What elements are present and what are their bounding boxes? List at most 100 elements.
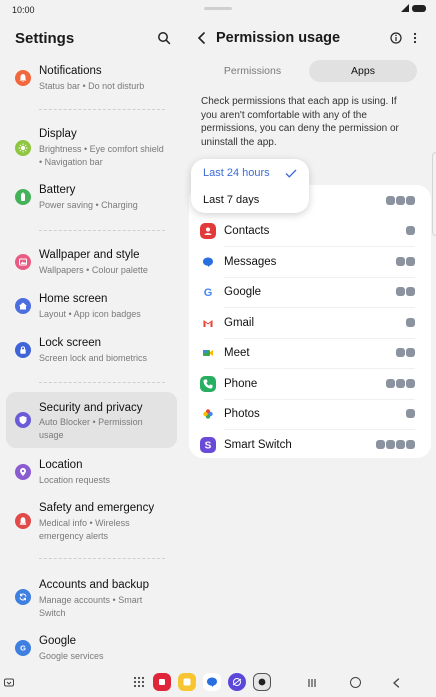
- settings-item-subtitle: Manage accounts • Smart Switch: [39, 595, 143, 618]
- dropdown-option-last-24-hours[interactable]: Last 24 hours: [203, 167, 270, 179]
- svg-text:S: S: [205, 441, 212, 451]
- battery-icon: [15, 189, 31, 205]
- contacts-icon: [200, 223, 216, 239]
- app-dock: [132, 673, 271, 691]
- app-row-phone[interactable]: Phone: [189, 369, 431, 399]
- tab-apps[interactable]: Apps: [309, 60, 417, 82]
- app-row-contacts[interactable]: Contacts: [189, 216, 431, 246]
- lock-icon: [15, 342, 31, 358]
- settings-item-notifications[interactable]: Notifications Status bar • Do not distur…: [6, 60, 177, 94]
- permission-icons: [376, 440, 415, 449]
- divider: [39, 558, 165, 559]
- settings-item-subtitle: Google services: [39, 651, 104, 661]
- settings-item-wallpaper[interactable]: Wallpaper and style Wallpapers • Colour …: [6, 243, 177, 279]
- dropdown-option-last-7-days[interactable]: Last 7 days: [203, 194, 259, 206]
- location-pin-icon: [15, 464, 31, 480]
- smart-switch-icon: S: [200, 437, 216, 453]
- settings-item-safety-emergency[interactable]: Safety and emergency Medical info • Wire…: [6, 499, 177, 547]
- messages-icon: [200, 254, 216, 270]
- image-icon: [15, 254, 31, 270]
- app-name: Phone: [224, 378, 258, 390]
- home-button-icon[interactable]: [350, 677, 361, 688]
- shield-icon: [15, 412, 31, 428]
- settings-item-title: Wallpaper and style: [39, 249, 140, 261]
- camera-icon[interactable]: [253, 673, 271, 691]
- settings-item-title: Security and privacy: [39, 402, 143, 414]
- internet-icon[interactable]: [228, 673, 246, 691]
- settings-item-subtitle: Auto Blocker • Permission usage: [39, 417, 143, 440]
- settings-item-display[interactable]: Display Brightness • Eye comfort shield …: [6, 122, 177, 170]
- settings-item-title: Google: [39, 635, 77, 647]
- app-list: Contacts Messages G Google Gmail Meet Ph…: [189, 185, 431, 458]
- gmail-icon: [200, 315, 216, 331]
- notes-icon[interactable]: [178, 673, 196, 691]
- back-arrow-icon[interactable]: [197, 32, 207, 44]
- settings-item-subtitle: Status bar • Do not disturb: [39, 81, 145, 91]
- apps-grid-icon[interactable]: [132, 675, 146, 689]
- app-row-messages[interactable]: Messages: [189, 247, 431, 277]
- google-g-icon: G: [15, 640, 31, 656]
- app-name: Gmail: [224, 317, 255, 329]
- permission-icons: [406, 409, 415, 418]
- emergency-bell-icon: [15, 513, 31, 529]
- divider: [39, 230, 165, 231]
- settings-item-accounts-backup[interactable]: Accounts and backup Manage accounts • Sm…: [6, 574, 177, 620]
- bell-icon: [15, 70, 31, 86]
- edge-panel-handle[interactable]: [432, 152, 436, 236]
- time-range-dropdown: Last 24 hours Last 7 days: [191, 159, 309, 213]
- tab-bar: Permissions Apps: [196, 60, 417, 82]
- app-name: Contacts: [224, 225, 270, 237]
- sync-icon: [15, 589, 31, 605]
- home-icon: [15, 298, 31, 314]
- settings-item-location[interactable]: Location Location requests: [6, 455, 177, 491]
- messages-icon[interactable]: [203, 673, 221, 691]
- app-row-google[interactable]: G Google: [189, 277, 431, 307]
- permission-usage-pane: Permission usage Permissions Apps Check …: [186, 20, 436, 665]
- app-row-smart-switch[interactable]: S Smart Switch: [189, 430, 431, 460]
- settings-item-google[interactable]: G Google Google services: [6, 632, 177, 666]
- status-icons: [401, 4, 426, 12]
- svg-text:G: G: [204, 287, 213, 298]
- settings-item-subtitle: Location requests: [39, 475, 111, 485]
- settings-title: Settings: [15, 30, 75, 47]
- settings-item-subtitle: Brightness • Eye comfort shield • Naviga…: [39, 144, 164, 167]
- keyboard-toggle-icon[interactable]: [4, 678, 14, 688]
- signal-icon: [401, 4, 409, 12]
- app-name: Messages: [224, 256, 277, 268]
- search-icon[interactable]: [157, 31, 171, 45]
- app-row-gmail[interactable]: Gmail: [189, 308, 431, 338]
- app-row-photos[interactable]: Photos: [189, 399, 431, 429]
- navigation-bar: [0, 665, 436, 697]
- settings-item-security-privacy[interactable]: Security and privacy Auto Blocker • Perm…: [6, 392, 177, 448]
- app-name: Google: [224, 286, 262, 298]
- app-name: Photos: [224, 408, 260, 420]
- settings-item-title: Notifications: [39, 65, 102, 77]
- status-bar: 10:00: [0, 0, 436, 20]
- app-row-meet[interactable]: Meet: [189, 338, 431, 368]
- top-handle[interactable]: [204, 7, 232, 10]
- settings-item-subtitle: Screen lock and biometrics: [39, 353, 148, 363]
- meet-icon: [200, 345, 216, 361]
- page-title: Permission usage: [216, 30, 341, 46]
- back-button-icon[interactable]: [392, 678, 400, 688]
- app-name: Smart Switch: [224, 439, 292, 451]
- settings-item-home-screen[interactable]: Home screen Layout • App icon badges: [6, 287, 177, 323]
- settings-item-lock-screen[interactable]: Lock screen Screen lock and biometrics: [6, 331, 177, 367]
- checkmark-icon: [285, 169, 297, 178]
- flipboard-icon[interactable]: [153, 673, 171, 691]
- sun-icon: [15, 140, 31, 156]
- more-options-icon[interactable]: [412, 32, 418, 44]
- info-icon[interactable]: [390, 32, 402, 44]
- settings-pane: Settings Notifications Status bar • Do n…: [0, 20, 186, 665]
- permission-icons: [406, 318, 415, 327]
- settings-item-title: Battery: [39, 184, 76, 196]
- settings-item-title: Home screen: [39, 293, 108, 305]
- divider: [39, 382, 165, 383]
- settings-item-battery[interactable]: Battery Power saving • Charging: [6, 179, 177, 215]
- phone-icon: [200, 376, 216, 392]
- recents-icon[interactable]: [306, 677, 318, 689]
- tab-permissions[interactable]: Permissions: [196, 60, 309, 82]
- settings-item-subtitle: Layout • App icon badges: [39, 309, 141, 319]
- photos-icon: [200, 406, 216, 422]
- settings-item-subtitle: Wallpapers • Colour palette: [39, 265, 148, 275]
